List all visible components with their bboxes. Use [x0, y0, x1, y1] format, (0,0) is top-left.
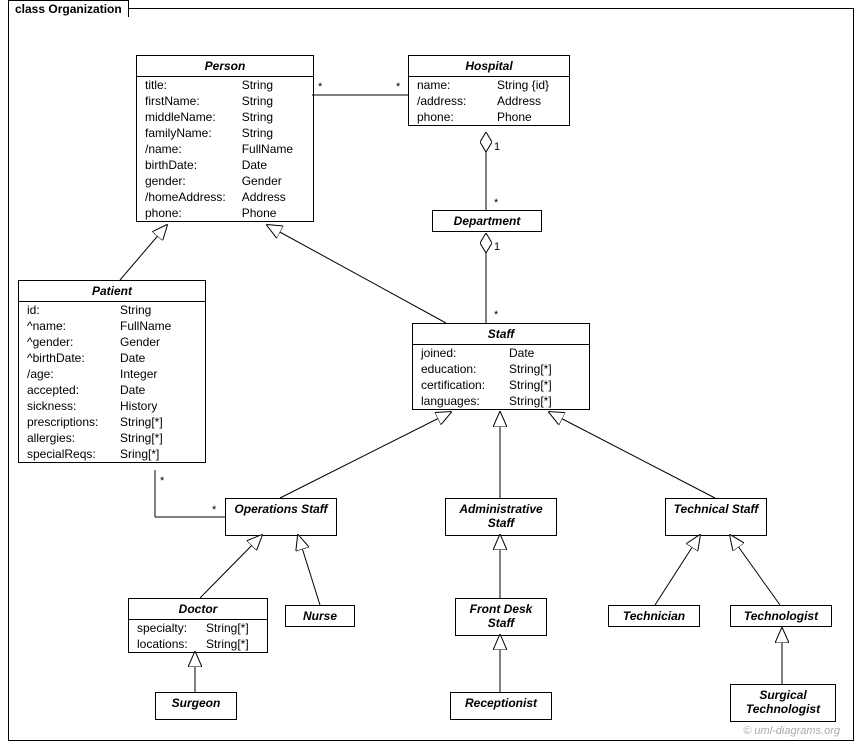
attr-row: certification:String[*]: [413, 377, 589, 393]
attr-row: specialReqs:Sring[*]: [19, 446, 205, 462]
attr-row: name:String {id}: [409, 77, 569, 93]
class-title: Person: [137, 56, 313, 77]
class-title: Technical Staff: [666, 499, 766, 519]
attr-row: specialty:String[*]: [129, 620, 267, 636]
class-ops-staff: Operations Staff: [225, 498, 337, 536]
attr-row: /name:FullName: [137, 141, 313, 157]
attr-row: allergies:String[*]: [19, 430, 205, 446]
class-receptionist: Receptionist: [450, 692, 552, 720]
attr-row: phone:Phone: [137, 205, 313, 221]
class-title: Technician: [609, 606, 699, 626]
class-title: Administrative Staff: [446, 499, 556, 533]
class-title: Staff: [413, 324, 589, 345]
class-patient: Patient id:String^name:FullName^gender:G…: [18, 280, 206, 463]
attr-row: title:String: [137, 77, 313, 93]
class-title: Surgical Technologist: [731, 685, 835, 719]
class-title: Department: [433, 211, 541, 231]
class-tech-staff: Technical Staff: [665, 498, 767, 536]
attr-row: ^name:FullName: [19, 318, 205, 334]
class-nurse: Nurse: [285, 605, 355, 627]
class-staff: Staff joined:Dateeducation:String[*]cert…: [412, 323, 590, 410]
attr-row: /homeAddress:Address: [137, 189, 313, 205]
attr-row: education:String[*]: [413, 361, 589, 377]
attr-row: accepted:Date: [19, 382, 205, 398]
class-title: Hospital: [409, 56, 569, 77]
class-department: Department: [432, 210, 542, 232]
attr-row: gender:Gender: [137, 173, 313, 189]
class-surgeon: Surgeon: [155, 692, 237, 720]
class-surgical-tech: Surgical Technologist: [730, 684, 836, 722]
attr-row: ^birthDate:Date: [19, 350, 205, 366]
class-person: Person title:StringfirstName:Stringmiddl…: [136, 55, 314, 222]
attr-row: languages:String[*]: [413, 393, 589, 409]
attr-row: phone:Phone: [409, 109, 569, 125]
class-admin-staff: Administrative Staff: [445, 498, 557, 536]
attr-row: firstName:String: [137, 93, 313, 109]
class-title: Operations Staff: [226, 499, 336, 519]
class-title: Patient: [19, 281, 205, 302]
package-title: class Organization: [8, 0, 129, 17]
class-title: Doctor: [129, 599, 267, 620]
watermark: © uml-diagrams.org: [743, 725, 840, 737]
class-doctor: Doctor specialty:String[*]locations:Stri…: [128, 598, 268, 653]
class-front-desk: Front Desk Staff: [455, 598, 547, 636]
attr-row: id:String: [19, 302, 205, 318]
attr-row: /address:Address: [409, 93, 569, 109]
class-title: Surgeon: [156, 693, 236, 713]
attr-row: middleName:String: [137, 109, 313, 125]
class-title: Nurse: [286, 606, 354, 626]
attr-row: locations:String[*]: [129, 636, 267, 652]
attr-row: /age:Integer: [19, 366, 205, 382]
class-title: Front Desk Staff: [456, 599, 546, 633]
class-hospital: Hospital name:String {id}/address:Addres…: [408, 55, 570, 126]
class-technician: Technician: [608, 605, 700, 627]
class-title: Technologist: [731, 606, 831, 626]
attr-row: prescriptions:String[*]: [19, 414, 205, 430]
attr-row: ^gender:Gender: [19, 334, 205, 350]
class-technologist: Technologist: [730, 605, 832, 627]
class-title: Receptionist: [451, 693, 551, 713]
attr-row: joined:Date: [413, 345, 589, 361]
attr-row: familyName:String: [137, 125, 313, 141]
attr-row: birthDate:Date: [137, 157, 313, 173]
attr-row: sickness:History: [19, 398, 205, 414]
